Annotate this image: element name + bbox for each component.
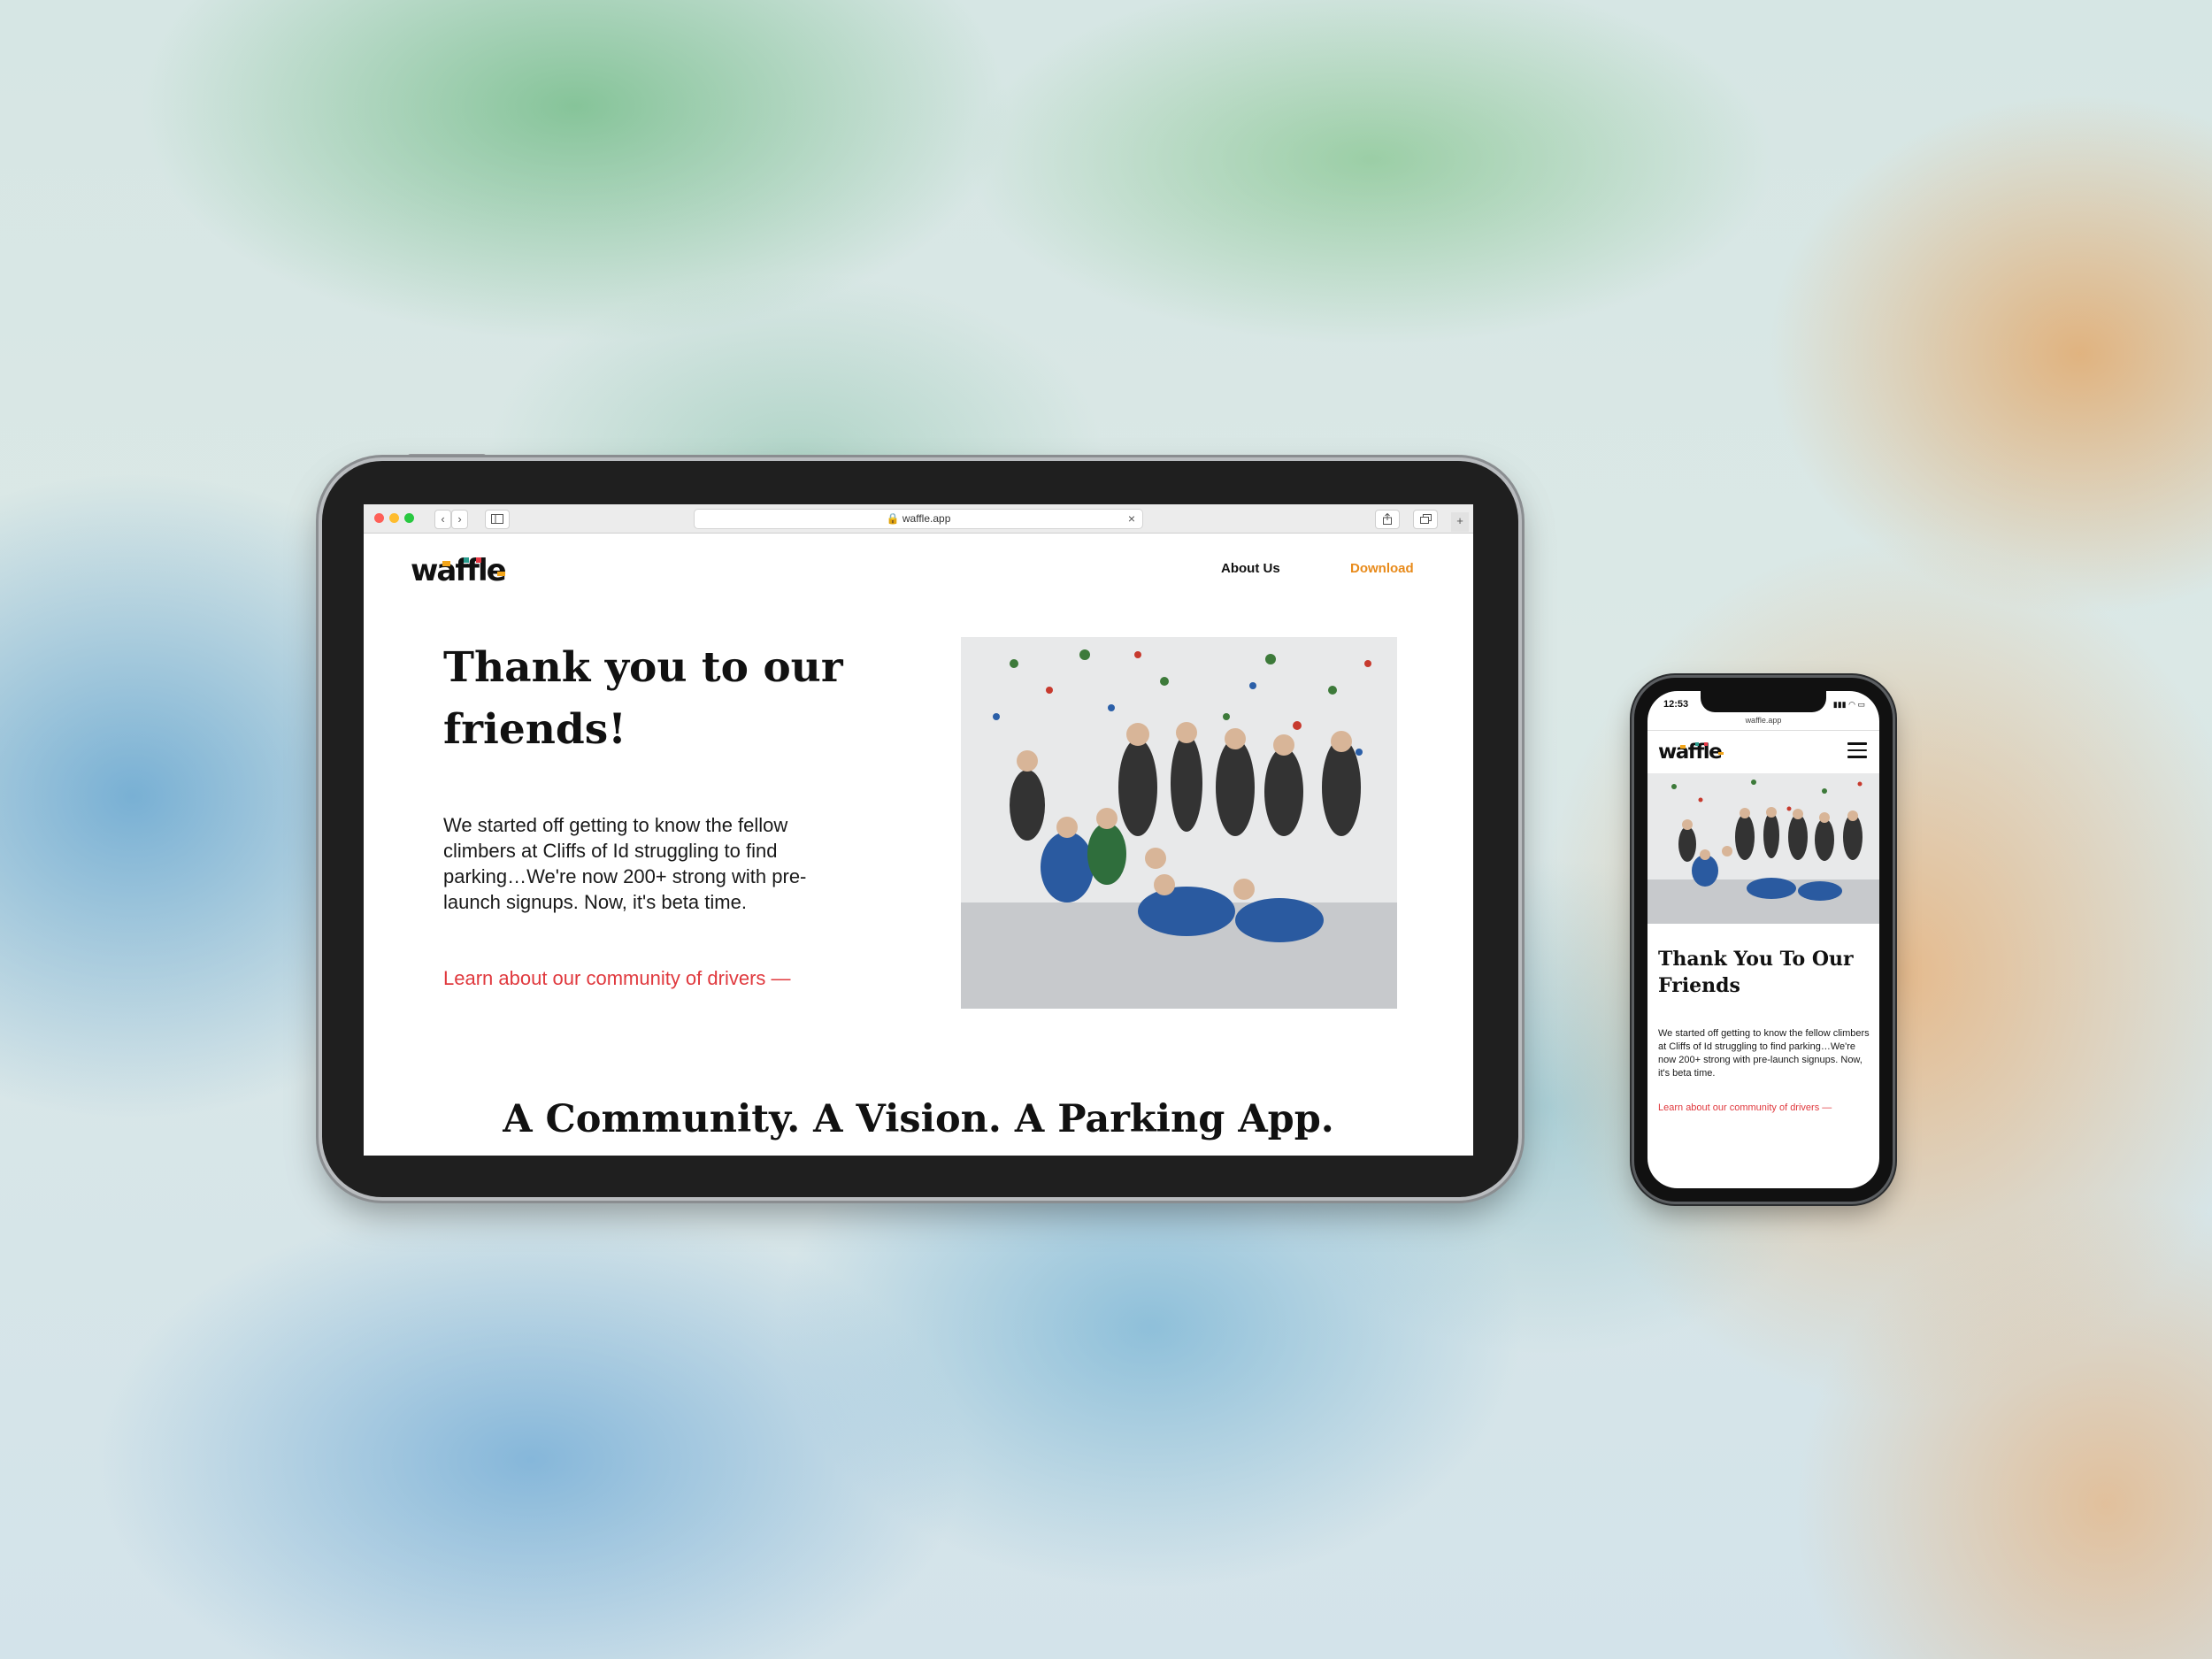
svg-text:waffle: waffle (1658, 741, 1722, 764)
lock-icon: 🔒 (886, 512, 900, 525)
mobile-body: We started off getting to know the fello… (1658, 1028, 1870, 1079)
status-time: 12:53 (1663, 699, 1689, 710)
mobile-title: Thank You To Our Friends (1658, 948, 1854, 997)
browser-toolbar: ‹ › 🔒 waffle.app × + (364, 504, 1473, 534)
phone-screen: 12:53 ▮▮▮ ◠ ▭ waffle.app waffle Thank Yo… (1647, 691, 1879, 1188)
browser-window: ‹ › 🔒 waffle.app × + waffle About Us Dow… (364, 504, 1473, 1156)
url-divider (1647, 730, 1879, 731)
waffle-logo[interactable]: waffle (411, 552, 510, 595)
back-button[interactable]: ‹ (434, 510, 451, 529)
clear-url-icon[interactable]: × (1128, 510, 1135, 528)
tablet-volume-button (407, 454, 487, 461)
hamburger-menu-icon[interactable] (1847, 742, 1867, 758)
share-icon (1383, 512, 1392, 525)
url-text: waffle.app (902, 512, 951, 525)
svg-text:waffle: waffle (411, 553, 506, 588)
forward-button[interactable]: › (451, 510, 468, 529)
new-tab-button[interactable]: + (1451, 512, 1469, 532)
mobile-waffle-logo[interactable]: waffle (1658, 739, 1727, 769)
mobile-group-photo (1647, 773, 1879, 924)
close-window-button[interactable] (374, 513, 384, 523)
group-photo (961, 637, 1397, 1009)
tabs-icon (1419, 514, 1432, 524)
nav-about-us[interactable]: About Us (1221, 561, 1280, 576)
community-link[interactable]: Learn about our community of drivers — (443, 967, 791, 990)
tagline: A Community. A Vision. A Parking App. (503, 1097, 1334, 1141)
sidebar-icon (491, 514, 503, 524)
share-button[interactable] (1375, 510, 1400, 529)
mobile-community-link[interactable]: Learn about our community of drivers — (1658, 1102, 1832, 1113)
phone-notch (1701, 691, 1826, 712)
zoom-window-button[interactable] (404, 513, 414, 523)
address-bar[interactable]: 🔒 waffle.app × (694, 509, 1143, 529)
plus-icon: + (1456, 514, 1463, 527)
mobile-url[interactable]: waffle.app (1647, 716, 1879, 725)
chevron-right-icon: › (457, 512, 462, 526)
nav-download[interactable]: Download (1350, 561, 1414, 576)
sidebar-button[interactable] (485, 510, 510, 529)
chevron-left-icon: ‹ (441, 512, 445, 526)
tabs-button[interactable] (1413, 510, 1438, 529)
minimize-window-button[interactable] (389, 513, 399, 523)
hero-title: Thank you to our friends! (443, 643, 843, 754)
hero-body: We started off getting to know the fello… (443, 814, 807, 913)
status-icons: ▮▮▮ ◠ ▭ (1832, 700, 1865, 709)
